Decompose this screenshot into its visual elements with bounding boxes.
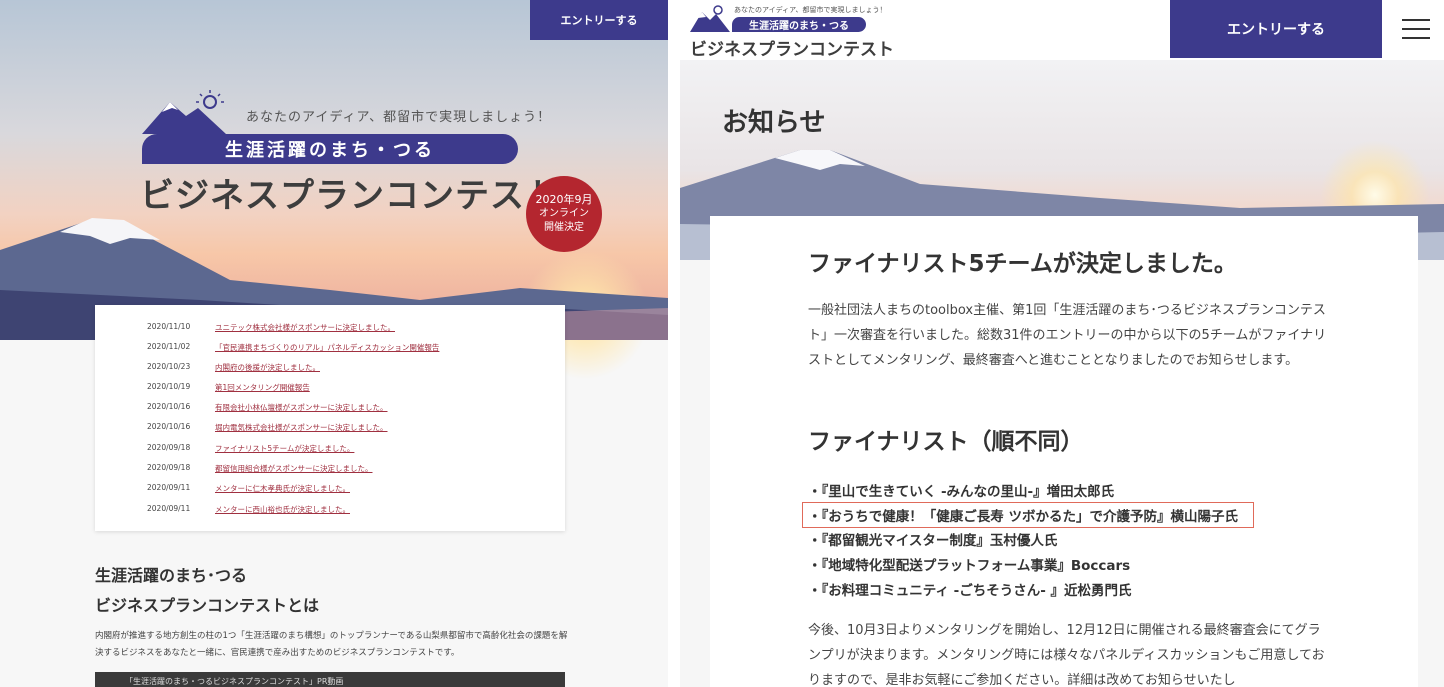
news-item: 2020/11/02 「官民連携まちづくりのリアル」パネルディスカッション開催報告 — [147, 342, 439, 353]
finalist-item: ・『里山で生きていく -みんなの里山-』増田太郎氏 — [808, 484, 1115, 500]
news-list-card: 2020/11/10 ユニテック株式会社様がスポンサーに決定しました。 2020/… — [95, 305, 565, 531]
news-link[interactable]: メンターに仁木孝典氏が決定しました。 — [215, 483, 350, 494]
tagline: あなたのアイディア、都留市で実現しましょう！ — [246, 110, 552, 125]
badge-line2: オンライン — [539, 208, 589, 219]
finalist-item: ・『都留観光マイスター制度』玉村優人氏 — [808, 533, 1058, 549]
badge-line3: 開催決定 — [544, 222, 584, 233]
entry-button[interactable]: エントリーする — [1170, 0, 1382, 58]
menu-hamburger-icon[interactable] — [1402, 12, 1430, 46]
tagline: あなたのアイディア、都留市で実現しましょう！ — [734, 6, 887, 14]
news-date: 2020/11/02 — [147, 342, 191, 351]
news-item: 2020/09/18 都留信用組合様がスポンサーに決定しました。 — [147, 463, 373, 474]
news-item: 2020/09/11 メンターに仁木孝典氏が決定しました。 — [147, 483, 350, 494]
logo-title: ビジネスプランコンテスト — [140, 176, 560, 216]
video-title: 「生涯活躍のまち・つるビジネスプランコンテスト」PR動画 — [125, 677, 344, 686]
video-player[interactable]: 「生涯活躍のまち・つるビジネスプランコンテスト」PR動画 — [95, 672, 565, 687]
news-item: 2020/10/19 第1回メンタリング開催報告 — [147, 382, 310, 393]
news-date: 2020/10/23 — [147, 362, 191, 371]
news-link[interactable]: 堀内電気株式会社様がスポンサーに決定しました。 — [215, 422, 388, 433]
news-link[interactable]: 都留信用組合様がスポンサーに決定しました。 — [215, 463, 373, 474]
news-date: 2020/11/10 — [147, 322, 191, 331]
news-item: 2020/10/23 内閣府の後援が決定しました。 — [147, 362, 320, 373]
news-link[interactable]: ユニテック株式会社様がスポンサーに決定しました。 — [215, 322, 395, 333]
finalist-item: ・『お料理コミュニティ -ごちそうさん- 』近松勇門氏 — [808, 583, 1132, 599]
about-description: 内閣府が推進する地方創生の柱の1つ「生涯活躍のまち構想」のトップランナーである山… — [95, 631, 568, 658]
news-date: 2020/09/11 — [147, 504, 191, 513]
site-logo[interactable]: ビジネスプランコンテスト — [690, 35, 894, 60]
news-item: 2020/09/11 メンターに西山裕也氏が決定しました。 — [147, 504, 350, 515]
event-date-badge: 2020年9月 オンライン 開催決定 — [526, 176, 602, 252]
news-item: 2020/10/16 有限会社小林仏壇様がスポンサーに決定しました。 — [147, 402, 388, 413]
news-link[interactable]: 有限会社小林仏壇様がスポンサーに決定しました。 — [215, 402, 388, 413]
news-item: 2020/10/16 堀内電気株式会社様がスポンサーに決定しました。 — [147, 422, 388, 433]
left-page-screenshot: エントリーする あなたのアイディア、都留市で実現しましょう！ 生涯活躍のまち・つ… — [0, 0, 668, 687]
article-title: ファイナリスト5チームが決定しました。 — [808, 251, 1237, 277]
article-outro: 今後、10月3日よりメンタリングを開始し、12月12日に開催される最終審査会にて… — [808, 623, 1325, 687]
mountain-logo-icon — [690, 5, 730, 32]
finalist-item: ・『おうちで健康！「健康ご長寿 ツボかるた」で介護予防』横山陽子氏 — [808, 509, 1238, 525]
news-item: 2020/11/10 ユニテック株式会社様がスポンサーに決定しました。 — [147, 322, 395, 333]
badge-line1: 2020年9月 — [535, 193, 593, 206]
logo-subtitle-pill: 生涯活躍のまち・つる — [732, 17, 866, 32]
news-link[interactable]: 「官民連携まちづくりのリアル」パネルディスカッション開催報告 — [215, 342, 439, 353]
about-heading-line2: ビジネスプランコンテストとは — [95, 596, 320, 615]
entry-button[interactable]: エントリーする — [530, 0, 668, 40]
right-page-screenshot: あなたのアイディア、都留市で実現しましょう！ 生涯活躍のまち・つる ビジネスプラ… — [680, 0, 1444, 687]
news-item: 2020/09/18 ファイナリスト5チームが決定しました。 — [147, 443, 354, 454]
news-date: 2020/10/16 — [147, 422, 191, 431]
news-link[interactable]: メンターに西山裕也氏が決定しました。 — [215, 504, 350, 515]
logo-subtitle-pill: 生涯活躍のまち・つる — [142, 134, 518, 164]
article-intro: 一般社団法人まちのtoolbox主催、第1回「生涯活躍のまち･つるビジネスプラン… — [808, 303, 1327, 368]
mountain-logo-icon — [142, 90, 226, 134]
news-date: 2020/09/18 — [147, 443, 191, 452]
news-link[interactable]: ファイナリスト5チームが決定しました。 — [215, 443, 354, 454]
finalists-heading: ファイナリスト（順不同） — [808, 429, 1084, 455]
news-link[interactable]: 第1回メンタリング開催報告 — [215, 382, 310, 393]
news-date: 2020/10/16 — [147, 402, 191, 411]
news-date: 2020/09/11 — [147, 483, 191, 492]
screenshot-divider — [668, 0, 680, 687]
about-heading-line1: 生涯活躍のまち･つる — [95, 566, 248, 585]
news-link[interactable]: 内閣府の後援が決定しました。 — [215, 362, 320, 373]
news-date: 2020/09/18 — [147, 463, 191, 472]
page-title: お知らせ — [722, 108, 826, 138]
news-date: 2020/10/19 — [147, 382, 191, 391]
finalist-item: ・『地域特化型配送プラットフォーム事業』Boccars — [808, 558, 1131, 574]
